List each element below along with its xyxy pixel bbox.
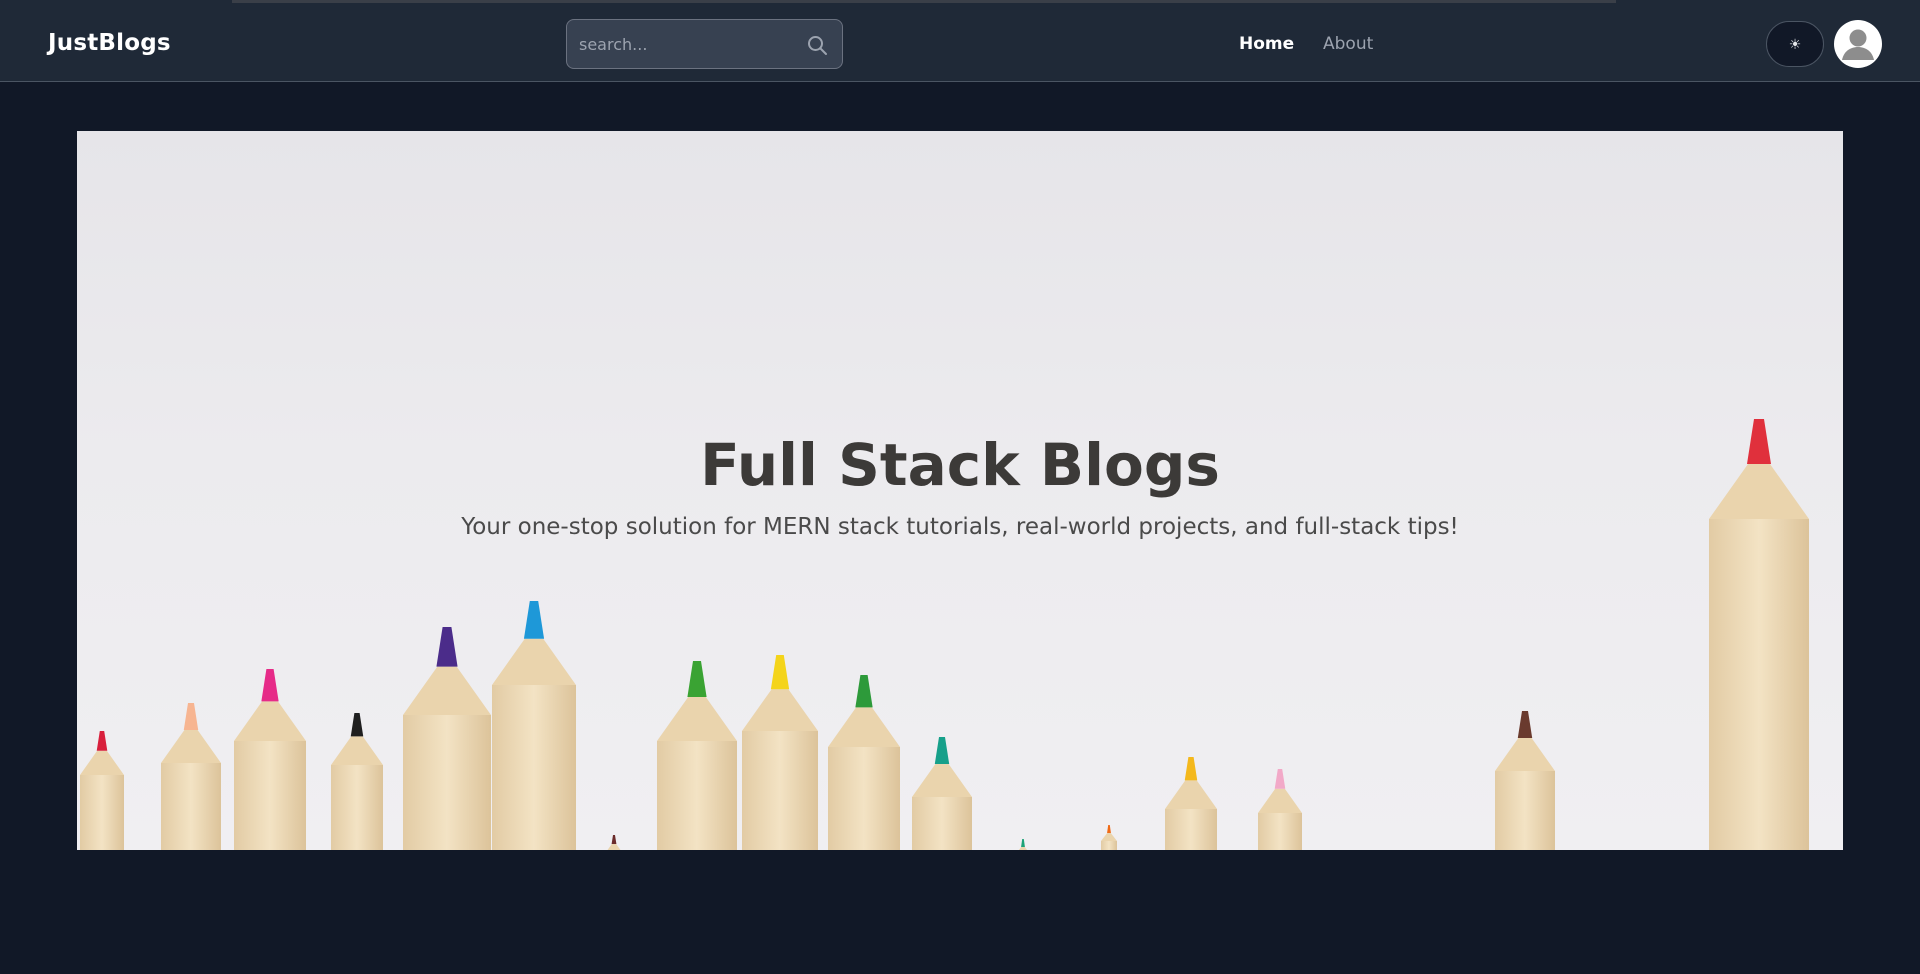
navbar: JustBlogs Home About ☀ [0,4,1920,82]
avatar[interactable] [1834,20,1882,68]
hero-banner: Full Stack Blogs Your one-stop solution … [77,131,1843,850]
pencil [1018,839,1028,850]
search-input[interactable] [579,20,799,68]
pencil [828,675,900,850]
pencil [80,731,124,850]
pencil [1101,825,1117,850]
pencil [1258,769,1302,850]
pencil [331,713,383,850]
nav-home-link[interactable]: Home [1239,34,1294,54]
pencil [403,627,491,850]
pencil [1495,711,1555,850]
theme-toggle-button[interactable]: ☀ [1766,21,1824,67]
pencil [161,703,221,850]
brand-logo[interactable]: JustBlogs [48,30,171,56]
pencil [1165,757,1217,850]
search-box [566,19,843,69]
pencil [607,835,621,850]
user-avatar-icon [1836,22,1880,66]
search-icon[interactable] [805,33,829,57]
hero-subtitle: Your one-stop solution for MERN stack tu… [461,514,1459,540]
pencil [742,655,818,850]
nav-about-link[interactable]: About [1323,34,1373,54]
top-strip-bar [232,0,1616,3]
pencil [912,737,972,850]
hero-title: Full Stack Blogs [700,431,1220,499]
pencil [492,601,576,850]
pencil [234,669,306,850]
pencil [657,661,737,850]
sun-icon: ☀ [1788,36,1802,52]
